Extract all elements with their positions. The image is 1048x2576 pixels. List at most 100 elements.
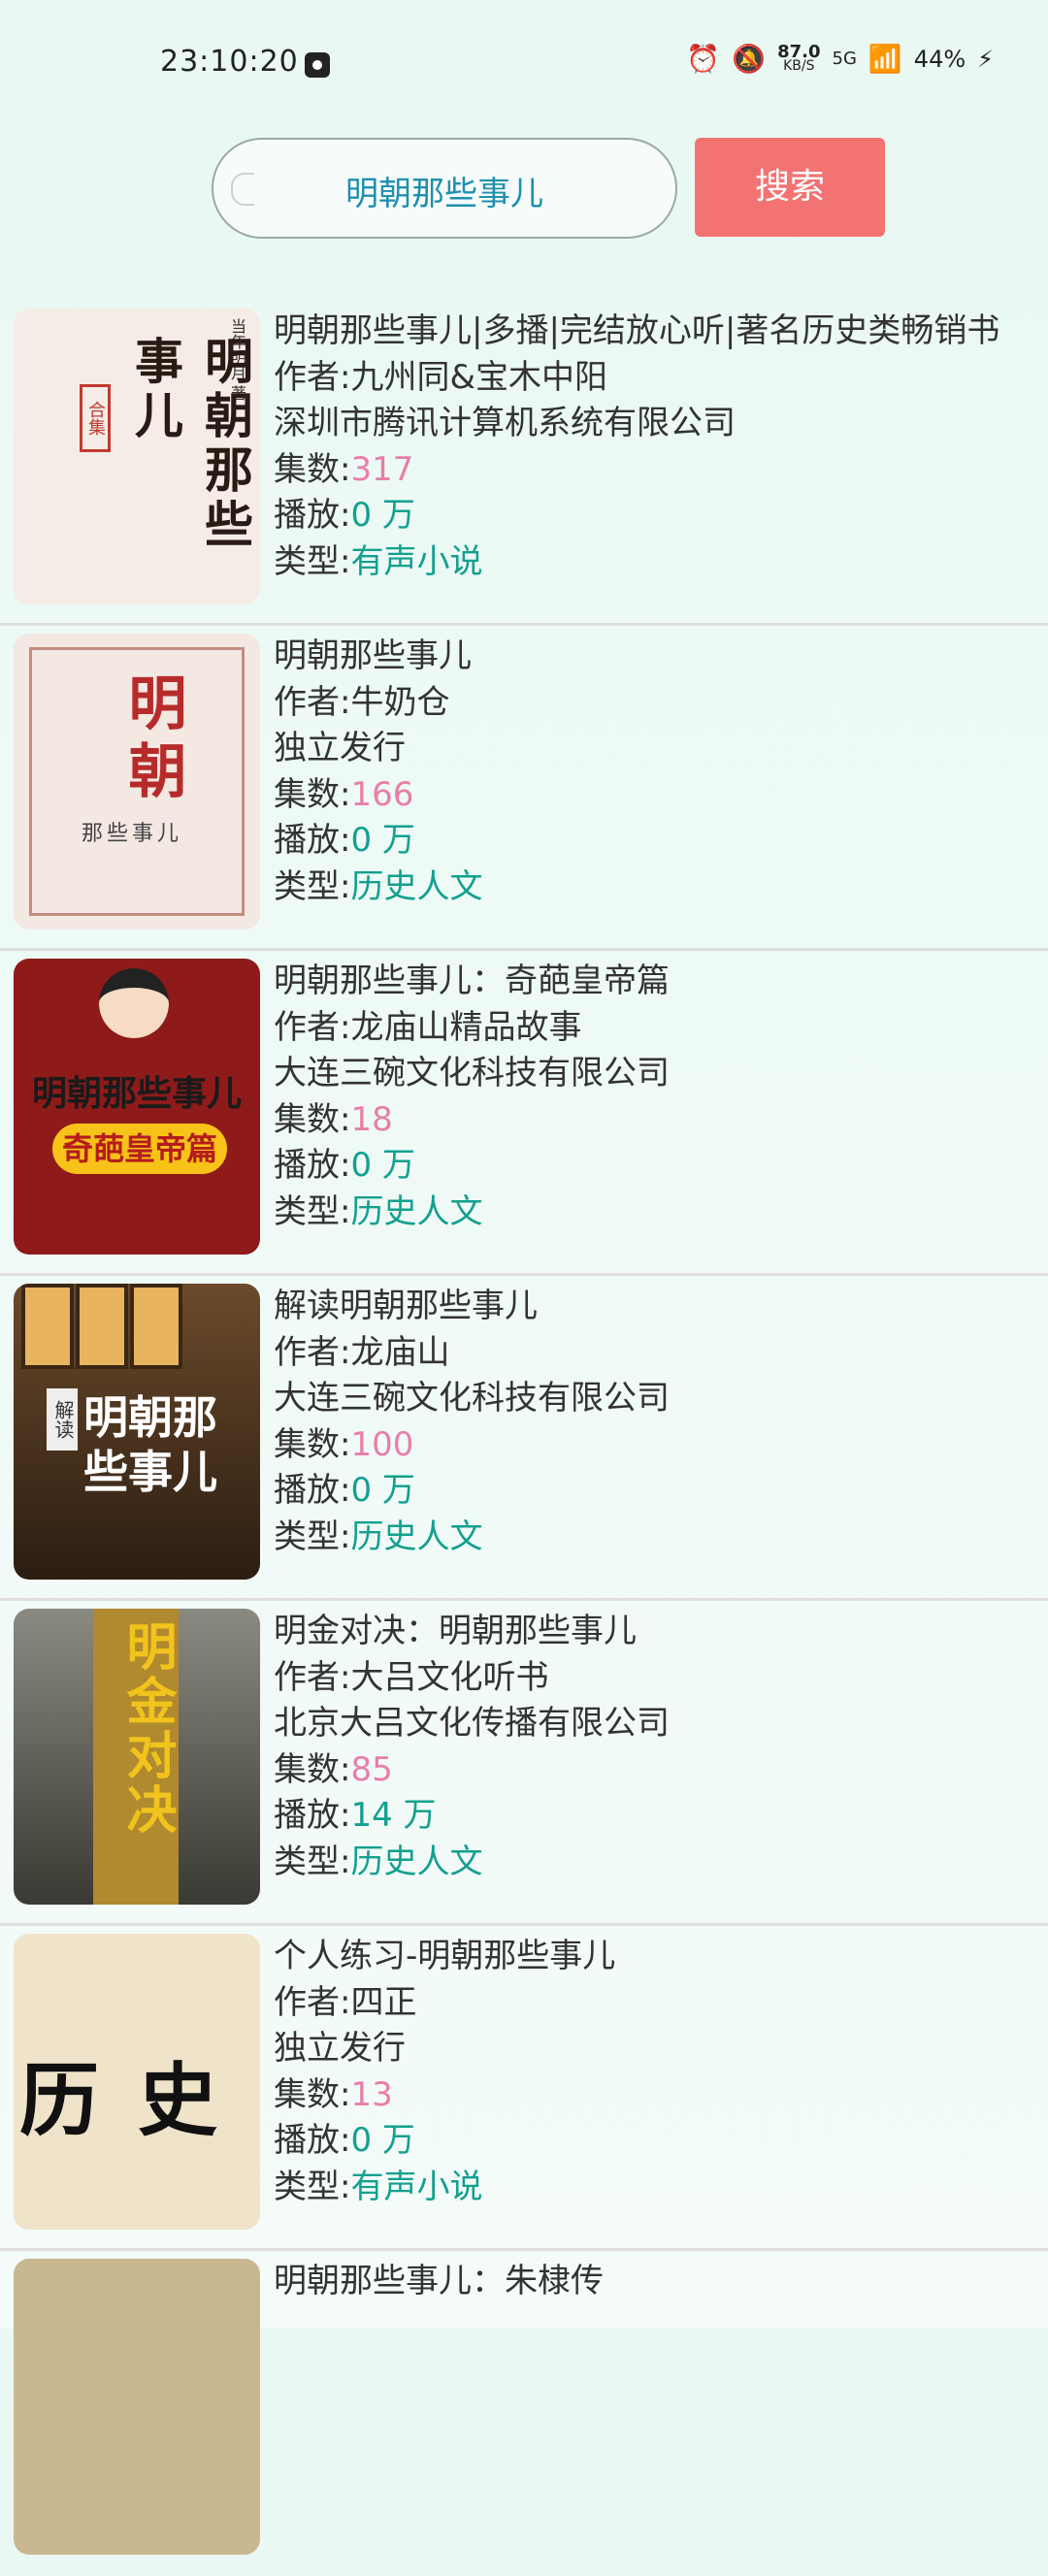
item-publisher: 深圳市腾讯计算机系统有限公司 bbox=[274, 404, 736, 442]
status-indicators: ⏰ 🔕 87.0 KB/S 5G 📶 44% ⚡ bbox=[686, 42, 994, 75]
item-publisher: 大连三碗文化科技有限公司 bbox=[274, 1054, 670, 1092]
list-item[interactable]: 解读 明朝那些事儿 解读明朝那些事儿 作者:龙庙山 大连三碗文化科技有限公司 集… bbox=[0, 1276, 1048, 1601]
genre-value: 历史人文 bbox=[350, 866, 483, 906]
list-item[interactable]: 明朝那些事儿 奇葩皇帝篇 明朝那些事儿：奇葩皇帝篇 作者:龙庙山精品故事 大连三… bbox=[0, 951, 1048, 1276]
item-genre-row: 类型:有声小说 bbox=[274, 539, 1038, 586]
item-info: 明朝那些事儿：奇葩皇帝篇 作者:龙庙山精品故事 大连三碗文化科技有限公司 集数:… bbox=[274, 959, 1038, 1235]
book-cover: 明朝 那些事儿 bbox=[14, 634, 260, 929]
plays-value: 0 万 bbox=[350, 821, 415, 860]
episodes-value: 13 bbox=[350, 2074, 393, 2114]
episodes-value: 166 bbox=[350, 774, 414, 814]
list-item[interactable]: 明朝 那些事儿 明朝那些事儿 作者:牛奶仓 独立发行 集数:166 播放:0 万… bbox=[0, 626, 1048, 951]
item-author-row: 作者:四正 bbox=[274, 1980, 1038, 2027]
author-label: 作者: bbox=[274, 1007, 351, 1047]
book-cover: 明金对决 bbox=[14, 1609, 260, 1905]
genre-label: 类型: bbox=[274, 866, 351, 906]
search-input[interactable]: 明朝那些事儿 bbox=[212, 138, 677, 239]
battery-level: 44% bbox=[913, 46, 966, 73]
item-author-row: 作者:龙庙山精品故事 bbox=[274, 1005, 1038, 1052]
list-item[interactable]: 明金对决 明金对决：明朝那些事儿 作者:大吕文化听书 北京大吕文化传播有限公司 … bbox=[0, 1601, 1048, 1926]
item-publisher: 独立发行 bbox=[274, 2029, 406, 2068]
search-query: 明朝那些事儿 bbox=[345, 175, 543, 213]
list-item[interactable]: 当年明月 著 合集 明朝那些事儿 明朝那些事儿|多播|完结放心听|著名历史类畅销… bbox=[0, 301, 1048, 626]
item-info: 解读明朝那些事儿 作者:龙庙山 大连三碗文化科技有限公司 集数:100 播放:0… bbox=[274, 1284, 1038, 1560]
item-plays-row: 播放:0 万 bbox=[274, 1143, 1038, 1190]
book-cover: 当年明月 著 合集 明朝那些事儿 bbox=[14, 309, 260, 604]
result-list: 当年明月 著 合集 明朝那些事儿 明朝那些事儿|多播|完结放心听|著名历史类畅销… bbox=[0, 301, 1048, 2576]
plays-value: 0 万 bbox=[350, 496, 415, 535]
mute-icon: 🔕 bbox=[732, 43, 767, 75]
genre-label: 类型: bbox=[274, 1191, 351, 1231]
cover-title: 明朝 bbox=[118, 672, 186, 808]
item-episodes-row: 集数:13 bbox=[274, 2072, 1038, 2119]
net-speed: 87.0 KB/S bbox=[777, 42, 821, 74]
author-value: 大吕文化听书 bbox=[350, 1657, 549, 1697]
plays-value: 0 万 bbox=[350, 1146, 415, 1185]
item-info: 个人练习-明朝那些事儿 作者:四正 独立发行 集数:13 播放:0 万 类型:有… bbox=[274, 1934, 1038, 2210]
network-type: 5G bbox=[832, 49, 857, 69]
item-episodes-row: 集数:166 bbox=[274, 772, 1038, 819]
item-episodes-row: 集数:317 bbox=[274, 447, 1038, 494]
genre-label: 类型: bbox=[274, 1842, 351, 1881]
item-author-row: 作者:九州同&宝木中阳 bbox=[274, 355, 1038, 402]
episodes-label: 集数: bbox=[274, 1099, 351, 1139]
item-genre-row: 类型:历史人文 bbox=[274, 1840, 1038, 1886]
cover-window bbox=[76, 1284, 128, 1369]
book-cover: 明朝那些事儿 奇葩皇帝篇 bbox=[14, 959, 260, 1255]
status-time: 23:10:20 bbox=[160, 45, 299, 79]
cover-character bbox=[99, 968, 169, 1038]
plays-value: 0 万 bbox=[350, 2121, 415, 2160]
genre-label: 类型: bbox=[274, 1516, 351, 1556]
author-label: 作者: bbox=[274, 357, 351, 397]
net-speed-value: 87.0 bbox=[777, 42, 821, 62]
item-title: 明朝那些事儿 bbox=[274, 636, 472, 675]
item-title: 明金对决：明朝那些事儿 bbox=[274, 1612, 637, 1650]
item-plays-row: 播放:0 万 bbox=[274, 1468, 1038, 1515]
cover-title: 明朝那些事儿 bbox=[83, 1391, 217, 1498]
item-episodes-row: 集数:85 bbox=[274, 1747, 1038, 1794]
item-plays-row: 播放:0 万 bbox=[274, 493, 1038, 539]
item-info: 明朝那些事儿|多播|完结放心听|著名历史类畅销书 作者:九州同&宝木中阳 深圳市… bbox=[274, 309, 1038, 585]
genre-label: 类型: bbox=[274, 541, 351, 581]
episodes-value: 85 bbox=[350, 1749, 393, 1789]
author-label: 作者: bbox=[274, 1332, 351, 1372]
author-value: 龙庙山 bbox=[350, 1332, 450, 1372]
list-item[interactable]: 历史 个人练习-明朝那些事儿 作者:四正 独立发行 集数:13 播放:0 万 类… bbox=[0, 1926, 1048, 2251]
episodes-value: 100 bbox=[350, 1424, 414, 1464]
item-author-row: 作者:龙庙山 bbox=[274, 1330, 1038, 1377]
search-button[interactable]: 搜索 bbox=[695, 138, 885, 237]
item-title: 明朝那些事儿：奇葩皇帝篇 bbox=[274, 962, 670, 1000]
plays-label: 播放: bbox=[274, 1471, 351, 1510]
author-value: 龙庙山精品故事 bbox=[350, 1007, 582, 1047]
cover-window bbox=[130, 1284, 182, 1369]
item-info: 明朝那些事儿：朱棣传 bbox=[274, 2259, 1038, 2305]
author-label: 作者: bbox=[274, 682, 351, 722]
status-bar: 23:10:20 ⏰ 🔕 87.0 KB/S 5G 📶 44% ⚡ bbox=[0, 0, 1048, 126]
episodes-label: 集数: bbox=[274, 1424, 351, 1464]
plays-value: 14 万 bbox=[350, 1796, 437, 1835]
episodes-value: 317 bbox=[350, 449, 414, 489]
genre-value: 有声小说 bbox=[350, 541, 483, 581]
search-bar: 明朝那些事儿 搜索 bbox=[0, 126, 1048, 262]
item-episodes-row: 集数:18 bbox=[274, 1097, 1038, 1144]
notification-icon bbox=[305, 52, 330, 78]
author-label: 作者: bbox=[274, 1982, 351, 2022]
item-publisher: 大连三碗文化科技有限公司 bbox=[274, 1379, 670, 1418]
plays-value: 0 万 bbox=[350, 1471, 415, 1510]
list-item[interactable]: 明朝那些事儿：朱棣传 bbox=[0, 2251, 1048, 2576]
author-value: 四正 bbox=[350, 1982, 417, 2022]
item-title: 解读明朝那些事儿 bbox=[274, 1287, 538, 1325]
item-title: 个人练习-明朝那些事儿 bbox=[274, 1937, 616, 1975]
author-value: 九州同&宝木中阳 bbox=[350, 357, 607, 397]
episodes-value: 18 bbox=[350, 1099, 393, 1139]
cover-title: 明朝那些事儿 bbox=[127, 336, 254, 553]
net-speed-unit: KB/S bbox=[783, 58, 815, 74]
cover-title: 历史 bbox=[19, 2054, 257, 2147]
item-title: 明朝那些事儿|多播|完结放心听|著名历史类畅销书 bbox=[274, 311, 1000, 350]
genre-value: 历史人文 bbox=[350, 1191, 483, 1231]
episodes-label: 集数: bbox=[274, 1749, 351, 1789]
plays-label: 播放: bbox=[274, 496, 351, 535]
genre-value: 有声小说 bbox=[350, 2167, 483, 2206]
plays-label: 播放: bbox=[274, 1796, 351, 1835]
charging-icon: ⚡ bbox=[977, 46, 994, 73]
